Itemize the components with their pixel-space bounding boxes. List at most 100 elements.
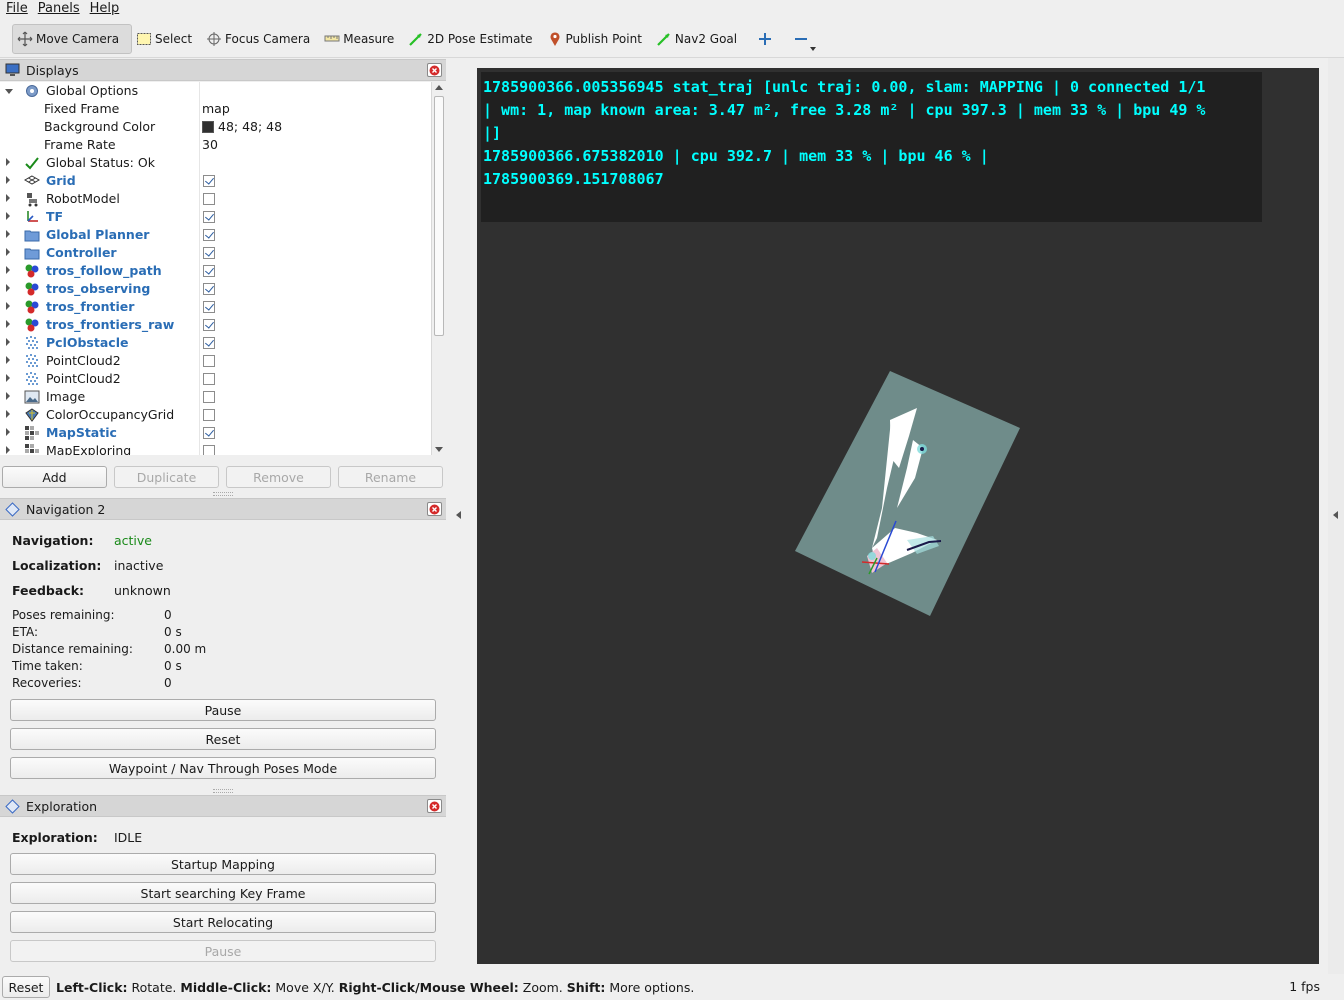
tros-frontiers-raw-checkbox[interactable]: [203, 319, 215, 331]
menu-help[interactable]: Help: [85, 0, 125, 20]
tree-row-mapstatic[interactable]: MapStatic: [0, 424, 431, 442]
tree-row-frame-rate[interactable]: Frame Rate 30: [0, 136, 431, 154]
tree-row-controller[interactable]: Controller: [0, 244, 431, 262]
tree-row-global-status[interactable]: Global Status: Ok: [0, 154, 431, 172]
background-color-text: 48; 48; 48: [218, 119, 283, 134]
search-keyframe-button[interactable]: Start searching Key Frame: [10, 882, 436, 904]
localization-value: inactive: [114, 558, 164, 573]
fixed-frame-value[interactable]: map: [202, 101, 230, 116]
tree-row-tros-follow-path[interactable]: tros_follow_path: [0, 262, 431, 280]
measure-button[interactable]: Measure: [320, 24, 404, 54]
nav2-goal-button[interactable]: Nav2 Goal: [652, 24, 747, 54]
pose-estimate-button[interactable]: 2D Pose Estimate: [404, 24, 542, 54]
tree-row-pointcloud2-a[interactable]: PointCloud2: [0, 352, 431, 370]
scroll-thumb[interactable]: [434, 96, 444, 336]
close-navigation-button[interactable]: [427, 502, 442, 516]
global-planner-checkbox[interactable]: [203, 229, 215, 241]
tree-row-grid[interactable]: Grid: [0, 172, 431, 190]
tree-row-background-color[interactable]: Background Color 48; 48; 48: [0, 118, 431, 136]
scroll-up-icon[interactable]: [435, 85, 443, 90]
add-display-button[interactable]: Add: [2, 466, 107, 488]
expand-arrow-icon[interactable]: [6, 338, 10, 346]
image-checkbox[interactable]: [203, 391, 215, 403]
move-camera-button[interactable]: Move Camera: [12, 23, 132, 54]
remove-tool-button[interactable]: [783, 24, 819, 54]
controller-checkbox[interactable]: [203, 247, 215, 259]
waypoint-mode-button[interactable]: Waypoint / Nav Through Poses Mode: [10, 757, 436, 779]
menu-panels[interactable]: Panels: [33, 0, 85, 20]
tree-row-coloroccupancygrid[interactable]: ColorOccupancyGrid: [0, 406, 431, 424]
frame-rate-value[interactable]: 30: [202, 137, 218, 152]
robotmodel-checkbox[interactable]: [203, 193, 215, 205]
pointcloud2-checkbox[interactable]: [203, 373, 215, 385]
tree-row-tf[interactable]: TF: [0, 208, 431, 226]
grid-checkbox[interactable]: [203, 175, 215, 187]
expand-arrow-icon[interactable]: [6, 266, 10, 274]
tree-row-robotmodel[interactable]: RobotModel: [0, 190, 431, 208]
expand-arrow-icon[interactable]: [6, 320, 10, 328]
focus-camera-icon: [206, 31, 222, 47]
add-tool-button[interactable]: [747, 24, 783, 54]
tros-follow-path-checkbox[interactable]: [203, 265, 215, 277]
nav-reset-button[interactable]: Reset: [10, 728, 436, 750]
pclobstacle-checkbox[interactable]: [203, 337, 215, 349]
select-button[interactable]: Select: [132, 24, 202, 54]
tree-row-pointcloud2-b[interactable]: PointCloud2: [0, 370, 431, 388]
focus-camera-button[interactable]: Focus Camera: [202, 24, 320, 54]
nav-pause-button[interactable]: Pause: [10, 699, 436, 721]
coloroccupancygrid-checkbox[interactable]: [203, 409, 215, 421]
expand-arrow-icon[interactable]: [6, 374, 10, 382]
time-taken-value: 0 s: [164, 659, 182, 673]
expand-arrow-icon[interactable]: [6, 212, 10, 220]
expand-arrow-icon[interactable]: [6, 230, 10, 238]
expand-arrow-icon[interactable]: [6, 248, 10, 256]
reset-view-button[interactable]: Reset: [2, 976, 50, 998]
scroll-down-icon[interactable]: [435, 447, 443, 452]
tree-row-image[interactable]: Image: [0, 388, 431, 406]
background-color-value[interactable]: 48; 48; 48: [202, 119, 282, 134]
close-exploration-button[interactable]: [427, 799, 442, 813]
tree-row-tros-frontier[interactable]: tros_frontier: [0, 298, 431, 316]
expand-arrow-icon[interactable]: [6, 392, 10, 400]
displays-scrollbar[interactable]: [431, 82, 445, 455]
expand-arrow-icon[interactable]: [6, 302, 10, 310]
3d-render-view[interactable]: 1785900366.005356945 stat_traj [unlc tra…: [477, 68, 1319, 964]
expand-arrow-icon[interactable]: [6, 158, 10, 166]
duplicate-display-button[interactable]: Duplicate: [114, 466, 219, 488]
tree-row-pclobstacle[interactable]: PclObstacle: [0, 334, 431, 352]
publish-point-button[interactable]: Publish Point: [543, 24, 652, 54]
splitter-handle[interactable]: [213, 492, 233, 496]
expand-arrow-icon[interactable]: [6, 446, 10, 454]
splitter-handle[interactable]: [213, 789, 233, 793]
tree-row-tros-observing[interactable]: tros_observing: [0, 280, 431, 298]
expand-arrow-icon[interactable]: [6, 410, 10, 418]
expand-arrow-icon[interactable]: [6, 176, 10, 184]
tree-row-global-options[interactable]: Global Options: [0, 82, 431, 100]
collapse-left-arrow-icon[interactable]: [456, 511, 461, 519]
pointcloud2-checkbox[interactable]: [203, 355, 215, 367]
tree-row-global-planner[interactable]: Global Planner: [0, 226, 431, 244]
mapstatic-checkbox[interactable]: [203, 427, 215, 439]
start-relocating-button[interactable]: Start Relocating: [10, 911, 436, 933]
tree-row-tros-frontiers-raw[interactable]: tros_frontiers_raw: [0, 316, 431, 334]
tf-checkbox[interactable]: [203, 211, 215, 223]
expand-arrow-icon[interactable]: [5, 89, 13, 94]
mapexploring-checkbox[interactable]: [203, 445, 215, 455]
startup-mapping-button[interactable]: Startup Mapping: [10, 853, 436, 875]
remove-display-button[interactable]: Remove: [226, 466, 331, 488]
tree-row-mapexploring[interactable]: MapExploring: [0, 442, 431, 455]
pointcloud2-label: PointCloud2: [46, 371, 121, 386]
expand-arrow-icon[interactable]: [6, 284, 10, 292]
collapse-right-arrow-icon[interactable]: [1333, 511, 1338, 519]
tros-frontier-checkbox[interactable]: [203, 301, 215, 313]
expand-arrow-icon[interactable]: [6, 194, 10, 202]
expand-arrow-icon[interactable]: [6, 428, 10, 436]
close-displays-button[interactable]: [427, 63, 442, 77]
rename-display-button[interactable]: Rename: [338, 466, 443, 488]
tree-row-fixed-frame[interactable]: Fixed Frame map: [0, 100, 431, 118]
expand-arrow-icon[interactable]: [6, 356, 10, 364]
move-camera-icon: [17, 31, 33, 47]
tros-observing-checkbox[interactable]: [203, 283, 215, 295]
exploration-pause-button[interactable]: Pause: [10, 940, 436, 962]
menu-file[interactable]: File: [0, 0, 33, 20]
